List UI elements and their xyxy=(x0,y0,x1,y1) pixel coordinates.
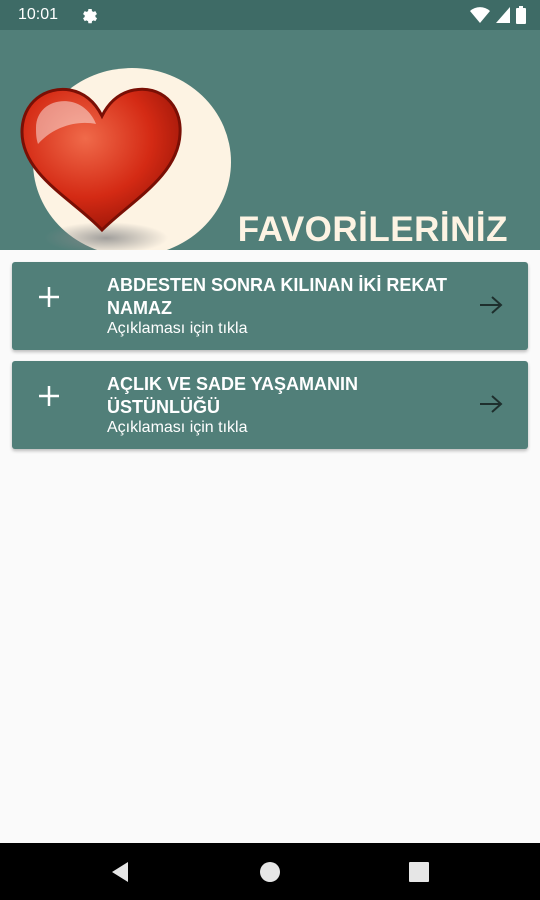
recents-icon[interactable] xyxy=(406,859,432,885)
battery-icon xyxy=(516,6,526,24)
status-time: 10:01 xyxy=(18,6,59,23)
arrow-right-icon[interactable] xyxy=(478,393,504,415)
list-item[interactable]: AÇLIK VE SADE YAŞAMANIN ÜSTÜNLÜĞÜ Açıkla… xyxy=(12,361,528,449)
favorites-list: ABDESTEN SONRA KILINAN İKİ REKAT NAMAZ A… xyxy=(12,262,528,460)
status-icons xyxy=(470,6,526,24)
plus-icon[interactable] xyxy=(36,284,62,310)
item-subtitle: Açıklaması için tıkla xyxy=(107,320,248,337)
arrow-right-icon[interactable] xyxy=(478,294,504,316)
status-bar: 10:01 xyxy=(0,0,540,30)
item-title: AÇLIK VE SADE YAŞAMANIN ÜSTÜNLÜĞÜ xyxy=(107,374,359,417)
list-item[interactable]: ABDESTEN SONRA KILINAN İKİ REKAT NAMAZ A… xyxy=(12,262,528,350)
navigation-bar xyxy=(0,843,540,900)
header-banner: FAVORİLERİNİZ xyxy=(0,30,540,250)
back-icon[interactable] xyxy=(108,859,134,885)
home-icon[interactable] xyxy=(257,859,283,885)
item-title: ABDESTEN SONRA KILINAN İKİ REKAT NAMAZ xyxy=(107,275,448,318)
heart-icon xyxy=(20,87,182,250)
plus-icon[interactable] xyxy=(36,383,62,409)
wifi-icon xyxy=(470,7,490,23)
item-subtitle: Açıklaması için tıkla xyxy=(107,419,248,436)
signal-icon xyxy=(496,7,510,23)
gear-icon xyxy=(83,9,98,24)
page-title: FAVORİLERİNİZ xyxy=(237,210,508,249)
